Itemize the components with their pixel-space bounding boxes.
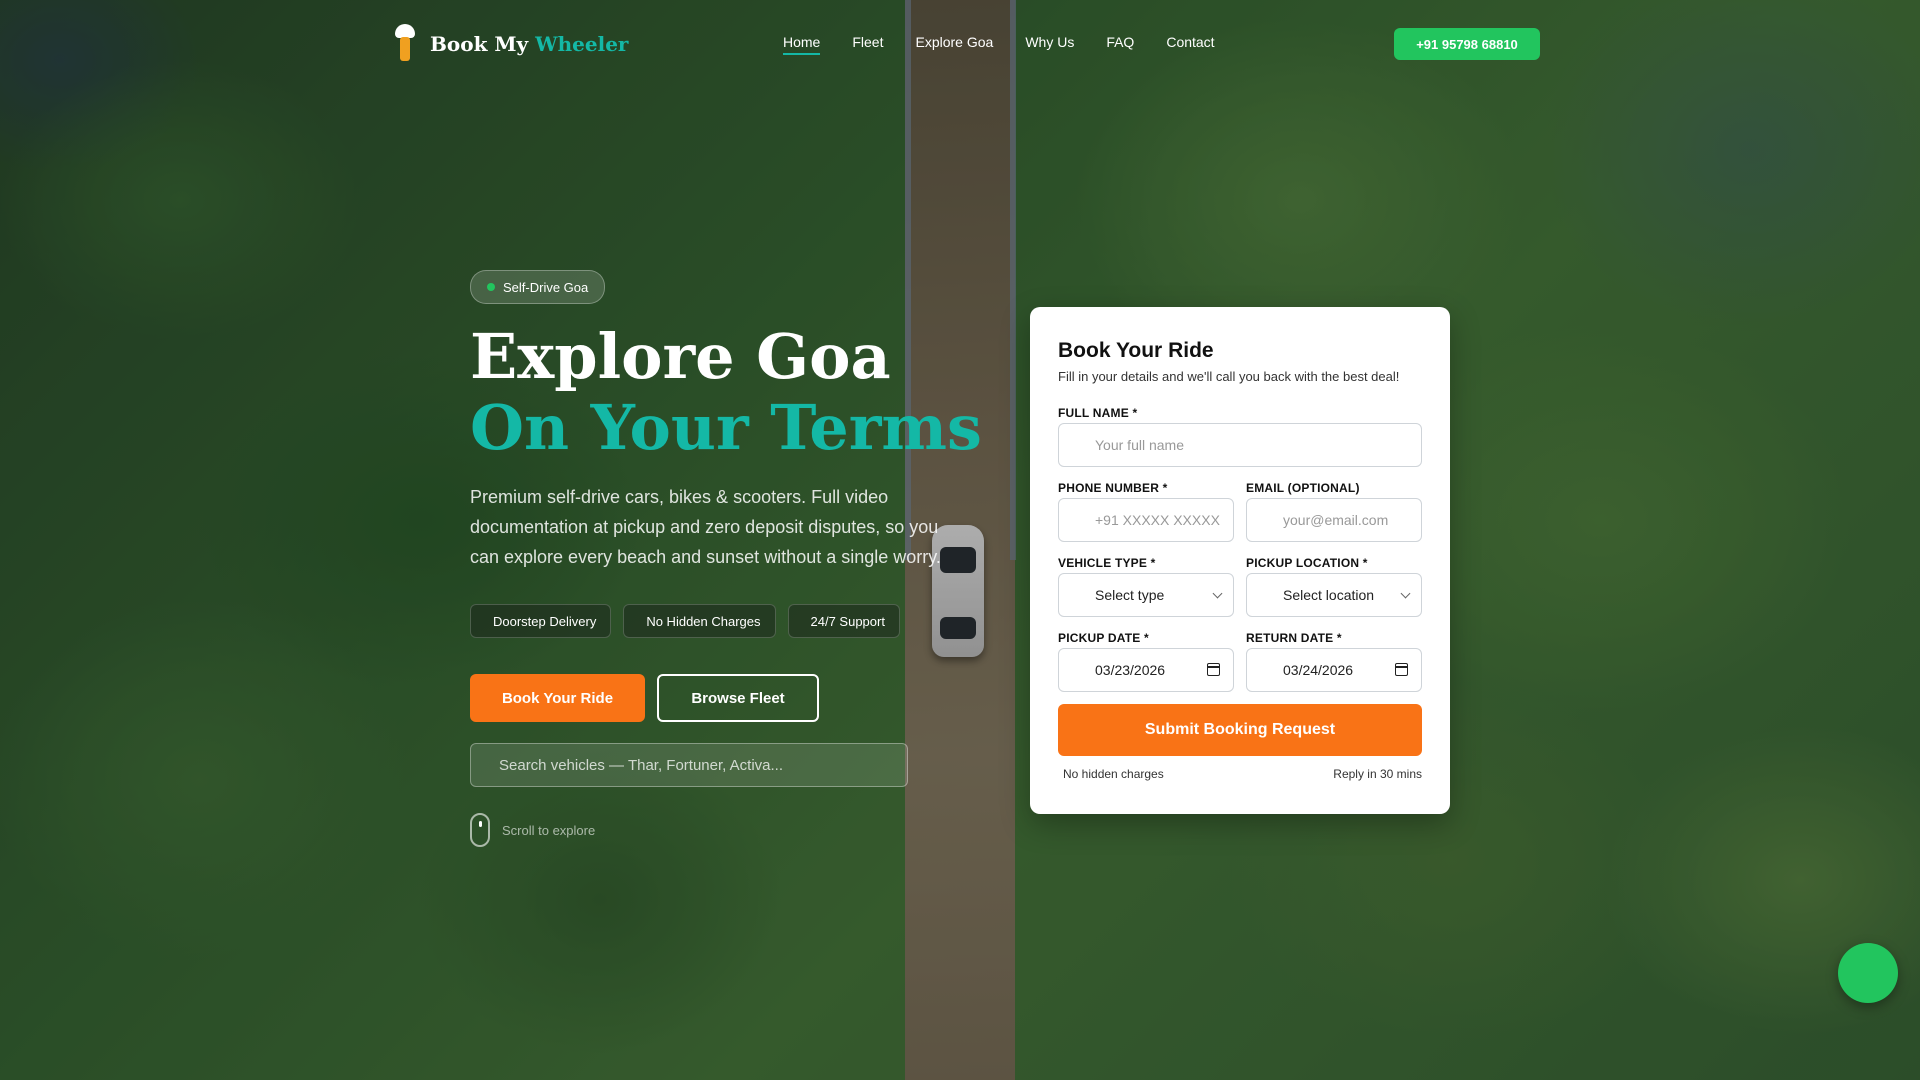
- reply-time-note: Reply in 30 mins: [1333, 767, 1422, 781]
- hero-title-line1: Explore Goa: [470, 320, 891, 393]
- booking-title: Book Your Ride: [1058, 339, 1214, 362]
- hero-badge-label: Self-Drive Goa: [503, 279, 589, 295]
- return-date-value: 03/24/2026: [1283, 662, 1354, 678]
- book-your-ride-button[interactable]: Book Your Ride: [470, 674, 645, 722]
- calendar-icon[interactable]: [1207, 663, 1220, 676]
- scroll-indicator[interactable]: Scroll to explore: [470, 813, 595, 847]
- vehicle-type-value: Select type: [1095, 587, 1165, 603]
- brand-name-part2: Wheeler: [535, 32, 629, 56]
- return-date-field[interactable]: 03/24/2026: [1246, 648, 1422, 692]
- brand-name: Book My Wheeler: [430, 32, 628, 56]
- nav-link-why-us[interactable]: Why Us: [1025, 34, 1074, 50]
- calendar-icon[interactable]: [1395, 663, 1408, 676]
- vehicle-type-select[interactable]: Select type: [1058, 573, 1234, 617]
- chevron-down-icon: [1212, 588, 1223, 599]
- hero-title-line2: On Your Terms: [470, 391, 982, 464]
- brand-logo[interactable]: Book My Wheeler: [392, 24, 628, 64]
- scroll-hint-label: Scroll to explore: [502, 822, 596, 838]
- hero-description: Premium self-drive cars, bikes & scooter…: [470, 487, 941, 567]
- nav-link-contact[interactable]: Contact: [1166, 34, 1214, 50]
- top-navigation: Book My Wheeler Home Fleet Explore Goa W…: [0, 0, 1920, 88]
- mouse-scroll-icon: [470, 813, 490, 847]
- phone-field[interactable]: +91 XXXXX XXXXX: [1058, 498, 1234, 542]
- hero-badge: Self-Drive Goa: [470, 270, 606, 304]
- chevron-down-icon: [1400, 588, 1411, 599]
- pickup-date-label: PICKUP DATE *: [1058, 631, 1149, 645]
- pickup-date-value: 03/23/2026: [1095, 662, 1166, 678]
- email-field[interactable]: your@email.com: [1246, 498, 1422, 542]
- nav-link-home[interactable]: Home: [783, 34, 821, 55]
- booking-form-card: Book Your Ride Fill in your details and …: [1030, 307, 1450, 814]
- no-hidden-charges-note: No hidden charges: [1063, 767, 1164, 781]
- phone-label: PHONE NUMBER *: [1058, 481, 1168, 495]
- browse-fleet-button[interactable]: Browse Fleet: [657, 674, 819, 722]
- vehicle-search-input[interactable]: Search vehicles — Thar, Fortuner, Activa…: [470, 743, 908, 787]
- logo-icon: [392, 24, 418, 64]
- full-name-field[interactable]: Your full name: [1058, 423, 1422, 467]
- nav-link-fleet[interactable]: Fleet: [852, 34, 883, 50]
- pickup-location-label: PICKUP LOCATION *: [1246, 556, 1368, 570]
- chip-doorstep-delivery: Doorstep Delivery: [470, 604, 612, 638]
- full-name-label: FULL NAME *: [1058, 406, 1138, 420]
- pickup-location-select[interactable]: Select location: [1246, 573, 1422, 617]
- whatsapp-chat-icon[interactable]: [1838, 943, 1898, 1003]
- booking-subtitle: Fill in your details and we'll call you …: [1058, 369, 1400, 384]
- status-dot-icon: [487, 283, 495, 291]
- hero-cta-group: Book Your Ride Browse Fleet: [470, 674, 819, 722]
- phone-call-button[interactable]: +91 95798 68810: [1394, 28, 1540, 60]
- nav-link-faq[interactable]: FAQ: [1106, 34, 1134, 50]
- main-menu: Home Fleet Explore Goa Why Us FAQ Contac…: [783, 34, 1215, 55]
- email-label: EMAIL (OPTIONAL): [1246, 481, 1360, 495]
- nav-link-explore-goa[interactable]: Explore Goa: [915, 34, 993, 50]
- chip-support: 24/7 Support: [787, 604, 900, 638]
- pickup-date-field[interactable]: 03/23/2026: [1058, 648, 1234, 692]
- pickup-location-value: Select location: [1283, 587, 1375, 603]
- submit-booking-button[interactable]: Submit Booking Request: [1058, 704, 1422, 756]
- return-date-label: RETURN DATE *: [1246, 631, 1342, 645]
- chip-no-hidden-charges: No Hidden Charges: [623, 604, 776, 638]
- feature-chips: Doorstep Delivery No Hidden Charges 24/7…: [470, 604, 900, 638]
- brand-name-part1: Book My: [430, 32, 529, 56]
- vehicle-type-label: VEHICLE TYPE *: [1058, 556, 1156, 570]
